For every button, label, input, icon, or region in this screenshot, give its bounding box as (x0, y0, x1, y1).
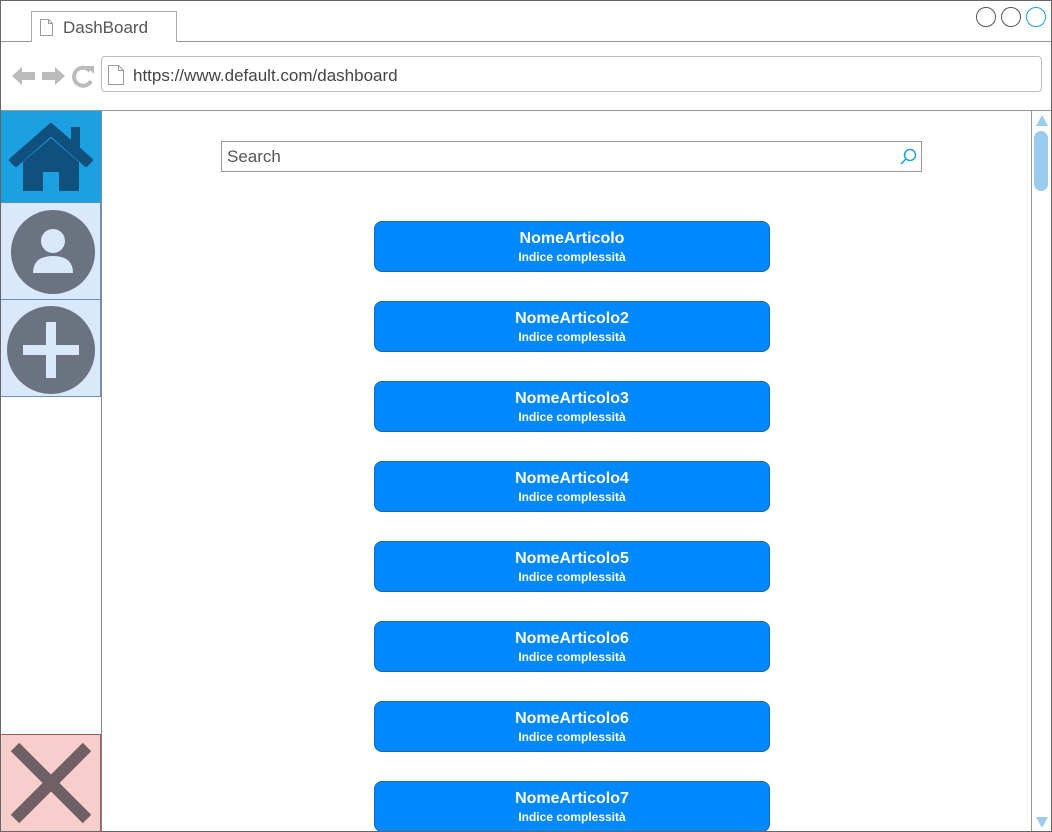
article-complexity: Indice complessità (518, 330, 626, 344)
article-card[interactable]: NomeArticolo4 Indice complessità (374, 461, 770, 512)
article-name: NomeArticolo (519, 230, 625, 247)
search-input[interactable] (222, 142, 892, 171)
home-icon (9, 123, 93, 191)
article-card[interactable]: NomeArticolo3 Indice complessità (374, 381, 770, 432)
article-name: NomeArticolo6 (515, 630, 629, 647)
main-content: NomeArticolo Indice complessità NomeArti… (102, 111, 1031, 831)
close-icon (10, 742, 92, 824)
article-complexity: Indice complessità (518, 730, 626, 744)
address-toolbar: https://www.default.com/dashboard (1, 42, 1051, 111)
article-card[interactable]: NomeArticolo6 Indice complessità (374, 701, 770, 752)
article-complexity: Indice complessità (518, 490, 626, 504)
sidebar-item-close[interactable] (1, 734, 101, 831)
article-card[interactable]: NomeArticolo6 Indice complessità (374, 621, 770, 672)
forward-arrow-icon[interactable] (40, 63, 66, 89)
article-complexity: Indice complessità (518, 570, 626, 584)
article-complexity: Indice complessità (518, 250, 626, 264)
browser-window: DashBoard https://www.default.com/dashbo… (0, 0, 1052, 832)
search-icon[interactable] (898, 147, 918, 167)
article-name: NomeArticolo5 (515, 550, 629, 567)
article-name: NomeArticolo7 (515, 790, 629, 807)
tab-bar: DashBoard (1, 1, 1051, 42)
article-complexity: Indice complessità (518, 410, 626, 424)
sidebar (1, 111, 102, 831)
scroll-thumb[interactable] (1034, 131, 1048, 191)
article-name: NomeArticolo2 (515, 310, 629, 327)
back-arrow-icon[interactable] (11, 63, 37, 89)
document-icon (40, 19, 53, 36)
sidebar-item-profile[interactable] (1, 203, 101, 300)
article-card[interactable]: NomeArticolo2 Indice complessità (374, 301, 770, 352)
minimize-button[interactable] (976, 7, 996, 27)
plus-icon (7, 306, 95, 394)
url-bar[interactable]: https://www.default.com/dashboard (101, 56, 1042, 92)
article-complexity: Indice complessità (518, 650, 626, 664)
article-complexity: Indice complessità (518, 810, 626, 824)
sidebar-item-add[interactable] (1, 300, 101, 397)
url-text: https://www.default.com/dashboard (133, 66, 398, 85)
sidebar-item-home[interactable] (1, 111, 101, 203)
article-card[interactable]: NomeArticolo5 Indice complessità (374, 541, 770, 592)
article-name: NomeArticolo4 (515, 470, 629, 487)
maximize-button[interactable] (1001, 7, 1021, 27)
article-name: NomeArticolo6 (515, 710, 629, 727)
article-card[interactable]: NomeArticolo Indice complessità (374, 221, 770, 272)
page-icon (108, 65, 124, 85)
refresh-icon[interactable] (70, 63, 96, 89)
article-name: NomeArticolo3 (515, 390, 629, 407)
article-card[interactable]: NomeArticolo7 Indice complessità (374, 781, 770, 831)
vertical-scrollbar[interactable] (1031, 111, 1051, 831)
user-icon (11, 210, 95, 294)
scroll-down-arrow-icon[interactable] (1036, 817, 1048, 828)
tab-dashboard[interactable]: DashBoard (31, 11, 177, 42)
scroll-up-arrow-icon[interactable] (1036, 115, 1048, 126)
search-box (221, 141, 922, 172)
close-window-button[interactable] (1026, 7, 1046, 27)
tab-title: DashBoard (63, 18, 149, 37)
